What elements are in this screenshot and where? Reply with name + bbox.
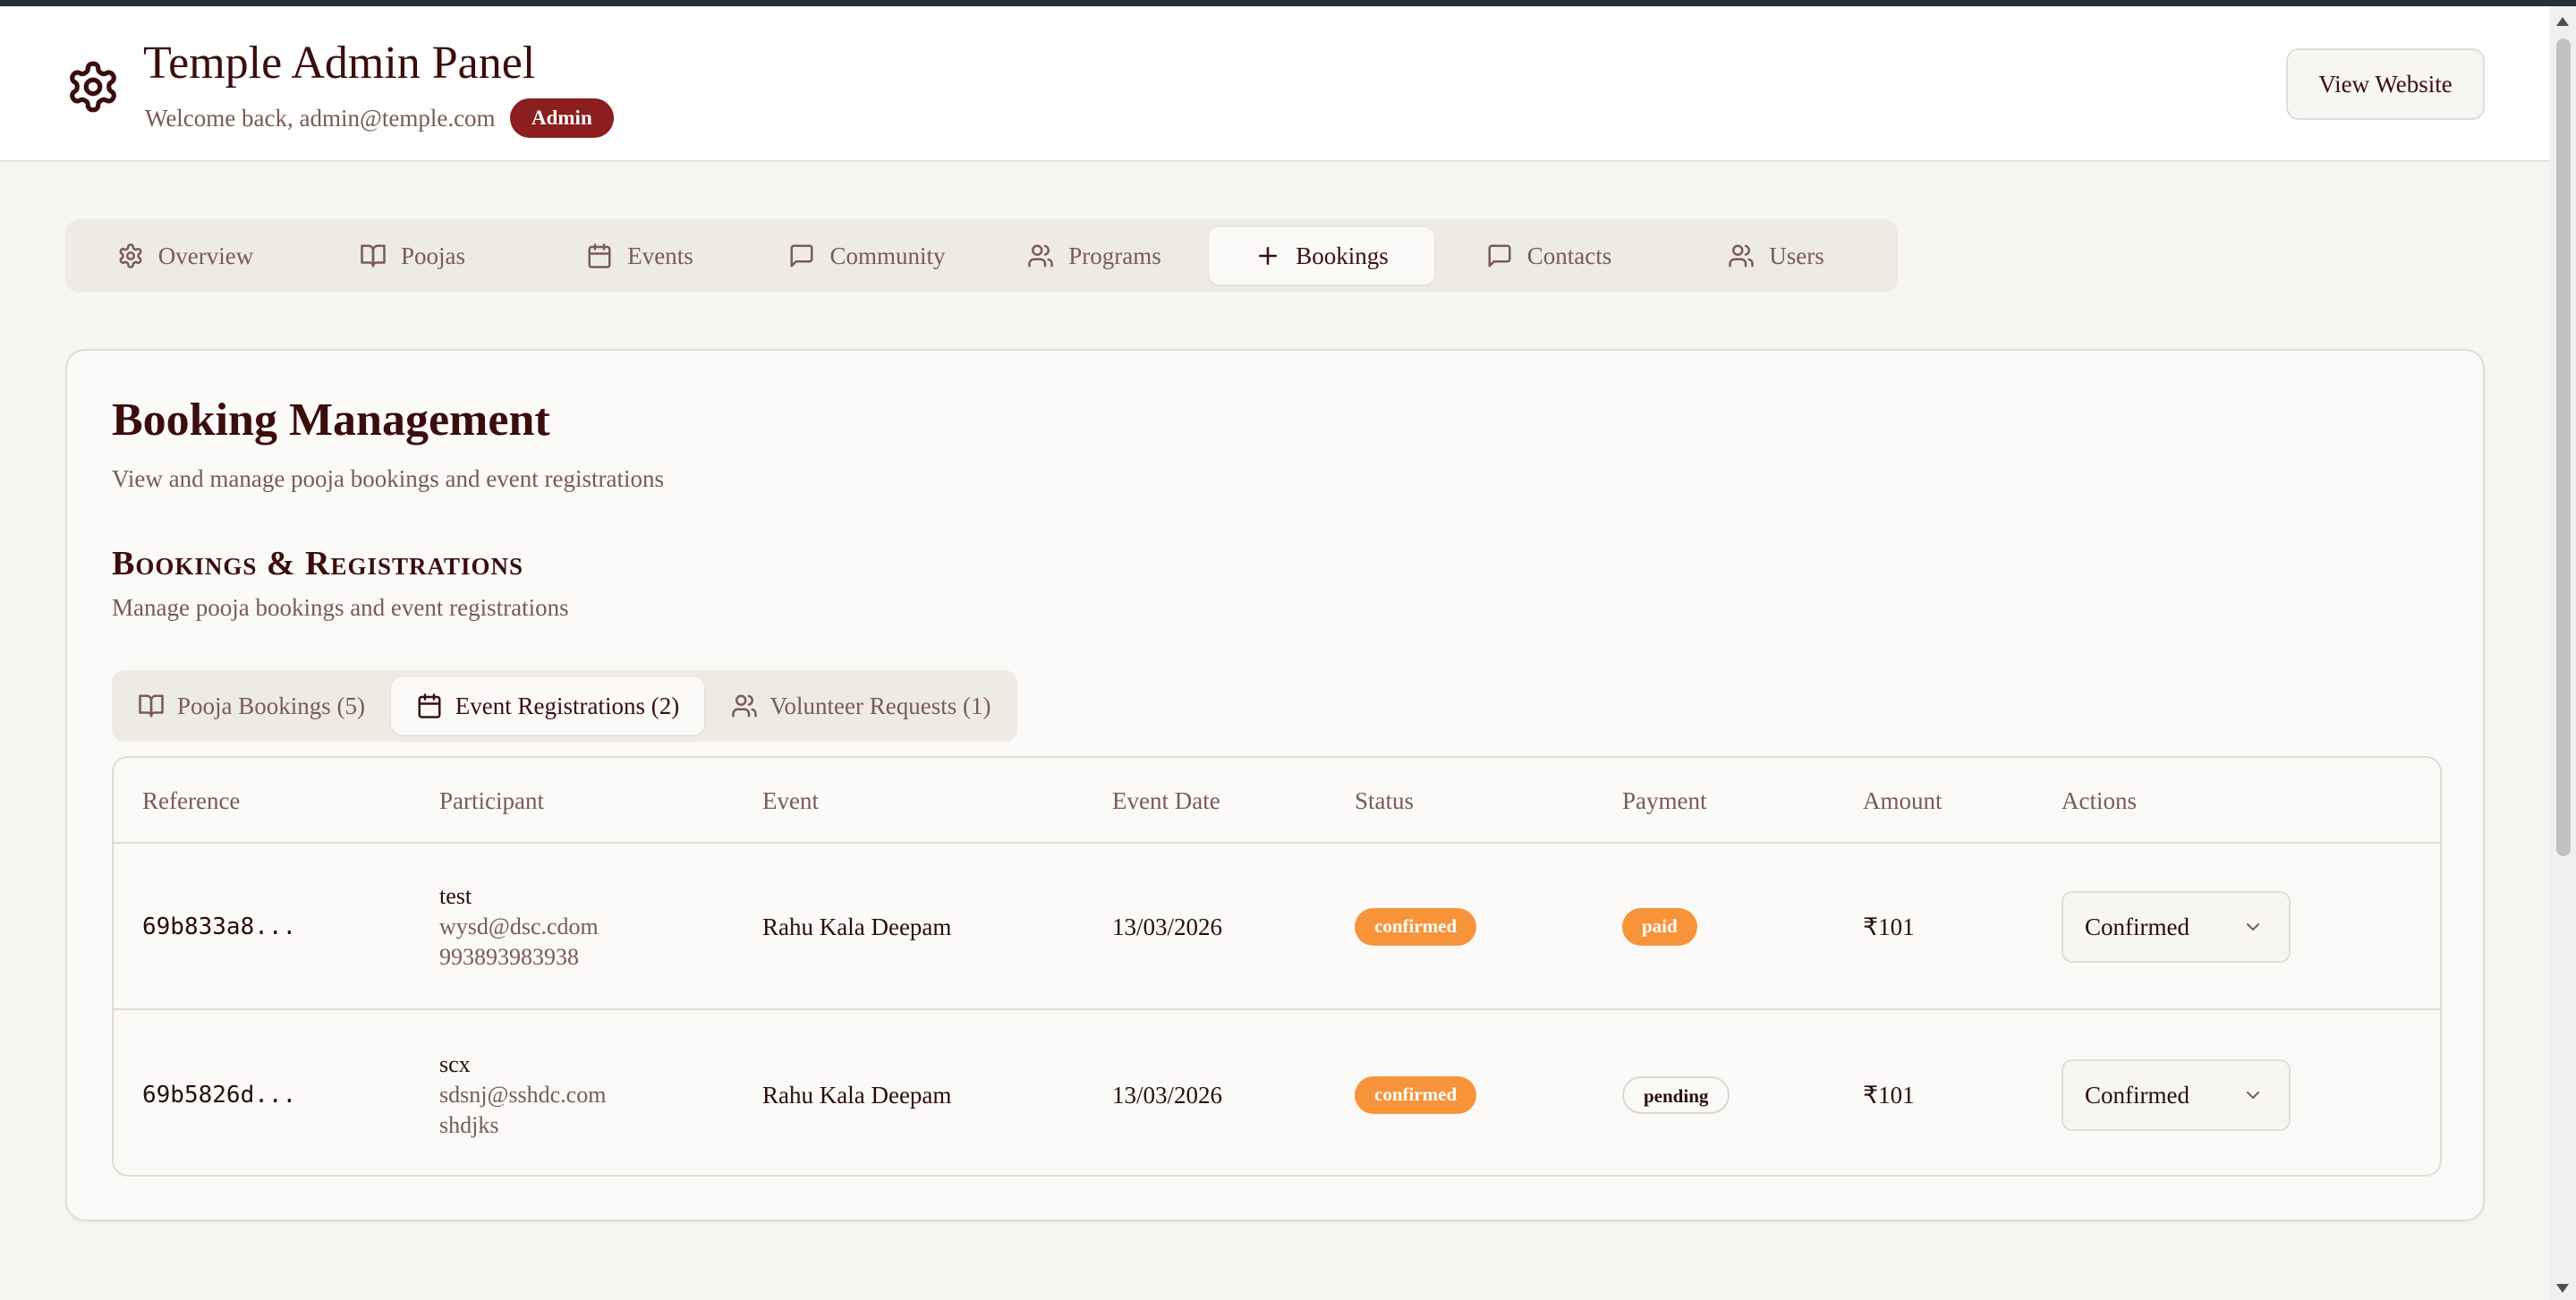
column-header-participant: Participant bbox=[439, 787, 544, 814]
participant-name: test bbox=[439, 883, 472, 909]
status-select-value: Confirmed bbox=[2085, 1081, 2189, 1109]
tab-bookings[interactable]: Bookings bbox=[1209, 227, 1434, 285]
welcome-text: Welcome back, admin@temple.com bbox=[145, 105, 496, 132]
app-header: Temple Admin Panel Welcome back, admin@t… bbox=[0, 6, 2549, 162]
tab-label: Users bbox=[1769, 242, 1824, 269]
actions-cell: Confirmed bbox=[2062, 844, 2291, 1010]
tab-label: Bookings bbox=[1296, 242, 1389, 269]
users-icon bbox=[1728, 242, 1755, 269]
participant-name: scx bbox=[439, 1051, 471, 1077]
event-date-cell: 13/03/2026 bbox=[1112, 913, 1223, 940]
column-header-actions: Actions bbox=[2062, 787, 2137, 814]
subtab-pooja-bookings[interactable]: Pooja Bookings (5) bbox=[119, 677, 384, 735]
users-icon bbox=[1027, 242, 1054, 269]
booking-subtabs: Pooja Bookings (5) Event Registrations (… bbox=[112, 670, 1017, 742]
status-select-value: Confirmed bbox=[2085, 913, 2189, 940]
plus-icon bbox=[1254, 242, 1281, 269]
column-header-payment: Payment bbox=[1622, 787, 1707, 814]
amount-cell: ₹101 bbox=[1863, 1081, 1915, 1109]
page-scrollbar[interactable] bbox=[2549, 6, 2576, 1300]
status-badge: confirmed bbox=[1355, 908, 1477, 946]
tab-contacts[interactable]: Contacts bbox=[1436, 227, 1662, 285]
reference-cell: 69b833a8... bbox=[142, 913, 297, 940]
message-icon bbox=[1486, 242, 1513, 269]
subsection-description: Manage pooja bookings and event registra… bbox=[112, 594, 569, 621]
gear-icon bbox=[117, 242, 144, 269]
tab-label: Programs bbox=[1068, 242, 1161, 269]
registrations-table: Reference Participant Event Event Date S… bbox=[112, 756, 2442, 1177]
tab-overview[interactable]: Overview bbox=[72, 227, 298, 285]
status-cell: confirmed bbox=[1355, 844, 1477, 1010]
subtab-volunteer-requests[interactable]: Volunteer Requests (1) bbox=[711, 677, 1010, 735]
status-select[interactable]: Confirmed bbox=[2062, 1059, 2291, 1131]
scrollbar-thumb[interactable] bbox=[2556, 38, 2571, 856]
table-row: 69b5826d... scx sdsnj@sshdc.com shdjks R… bbox=[114, 1012, 2440, 1175]
page-title: Temple Admin Panel bbox=[143, 38, 536, 89]
chevron-down-icon bbox=[2242, 916, 2264, 938]
view-website-button[interactable]: View Website bbox=[2286, 48, 2485, 120]
actions-cell: Confirmed bbox=[2062, 1012, 2291, 1175]
role-badge: Admin bbox=[510, 98, 614, 138]
tab-community[interactable]: Community bbox=[754, 227, 980, 285]
scroll-down-arrow-icon[interactable] bbox=[2555, 1280, 2571, 1296]
tab-users[interactable]: Users bbox=[1663, 227, 1889, 285]
scroll-up-arrow-icon[interactable] bbox=[2555, 13, 2571, 30]
section-description: View and manage pooja bookings and event… bbox=[112, 465, 664, 492]
message-icon bbox=[788, 242, 815, 269]
tab-label: Poojas bbox=[400, 242, 465, 269]
tab-label: Overview bbox=[157, 242, 254, 269]
status-cell: confirmed bbox=[1355, 1012, 1477, 1175]
tab-label: Contacts bbox=[1526, 242, 1612, 269]
event-cell: Rahu Kala Deepam bbox=[762, 913, 952, 940]
tab-label: Community bbox=[829, 242, 946, 269]
reference-cell: 69b5826d... bbox=[142, 1082, 297, 1109]
participant-phone: 993893983938 bbox=[439, 944, 579, 970]
tab-events[interactable]: Events bbox=[527, 227, 752, 285]
main-nav-tabs: Overview Poojas Events Community Program… bbox=[65, 219, 1898, 293]
booking-management-card: Booking Management View and manage pooja… bbox=[65, 349, 2485, 1221]
tab-label: Events bbox=[627, 242, 693, 269]
calendar-icon bbox=[586, 242, 613, 269]
payment-cell: paid bbox=[1622, 844, 1697, 1010]
payment-cell: pending bbox=[1622, 1012, 1730, 1175]
section-heading: Booking Management bbox=[112, 395, 550, 446]
amount-cell: ₹101 bbox=[1863, 913, 1915, 940]
participant-cell: scx sdsnj@sshdc.com shdjks bbox=[439, 1012, 607, 1175]
subsection-heading: Bookings & Registrations bbox=[112, 545, 524, 582]
participant-cell: test wysd@dsc.cdom 993893983938 bbox=[439, 844, 599, 1010]
window-top-strip bbox=[0, 0, 2576, 6]
gear-logo-icon bbox=[65, 59, 121, 115]
calendar-icon bbox=[416, 692, 443, 719]
column-header-event-date: Event Date bbox=[1112, 787, 1220, 814]
subtab-label: Volunteer Requests (1) bbox=[769, 692, 991, 719]
participant-email: wysd@dsc.cdom bbox=[439, 913, 599, 939]
column-header-reference: Reference bbox=[142, 787, 241, 814]
subtab-label: Event Registrations (2) bbox=[455, 692, 680, 719]
payment-badge: pending bbox=[1622, 1076, 1730, 1114]
tab-poojas[interactable]: Poojas bbox=[300, 227, 525, 285]
column-header-status: Status bbox=[1355, 787, 1415, 814]
status-badge: confirmed bbox=[1355, 1076, 1477, 1114]
participant-email: sdsnj@sshdc.com bbox=[439, 1082, 607, 1108]
subtab-label: Pooja Bookings (5) bbox=[176, 692, 365, 719]
book-icon bbox=[360, 242, 387, 269]
table-row: 69b833a8... test wysd@dsc.cdom 993893983… bbox=[114, 844, 2440, 1010]
payment-badge: paid bbox=[1622, 908, 1697, 946]
status-select[interactable]: Confirmed bbox=[2062, 891, 2291, 963]
subtab-event-registrations[interactable]: Event Registrations (2) bbox=[391, 677, 704, 735]
event-cell: Rahu Kala Deepam bbox=[762, 1081, 952, 1109]
book-icon bbox=[138, 692, 165, 719]
participant-phone: shdjks bbox=[439, 1112, 499, 1138]
users-icon bbox=[731, 692, 758, 719]
column-header-event: Event bbox=[762, 787, 819, 814]
event-date-cell: 13/03/2026 bbox=[1112, 1081, 1223, 1109]
tab-programs[interactable]: Programs bbox=[982, 227, 1207, 285]
table-header: Reference Participant Event Event Date S… bbox=[114, 758, 2440, 844]
column-header-amount: Amount bbox=[1863, 787, 1943, 814]
chevron-down-icon bbox=[2242, 1084, 2264, 1106]
